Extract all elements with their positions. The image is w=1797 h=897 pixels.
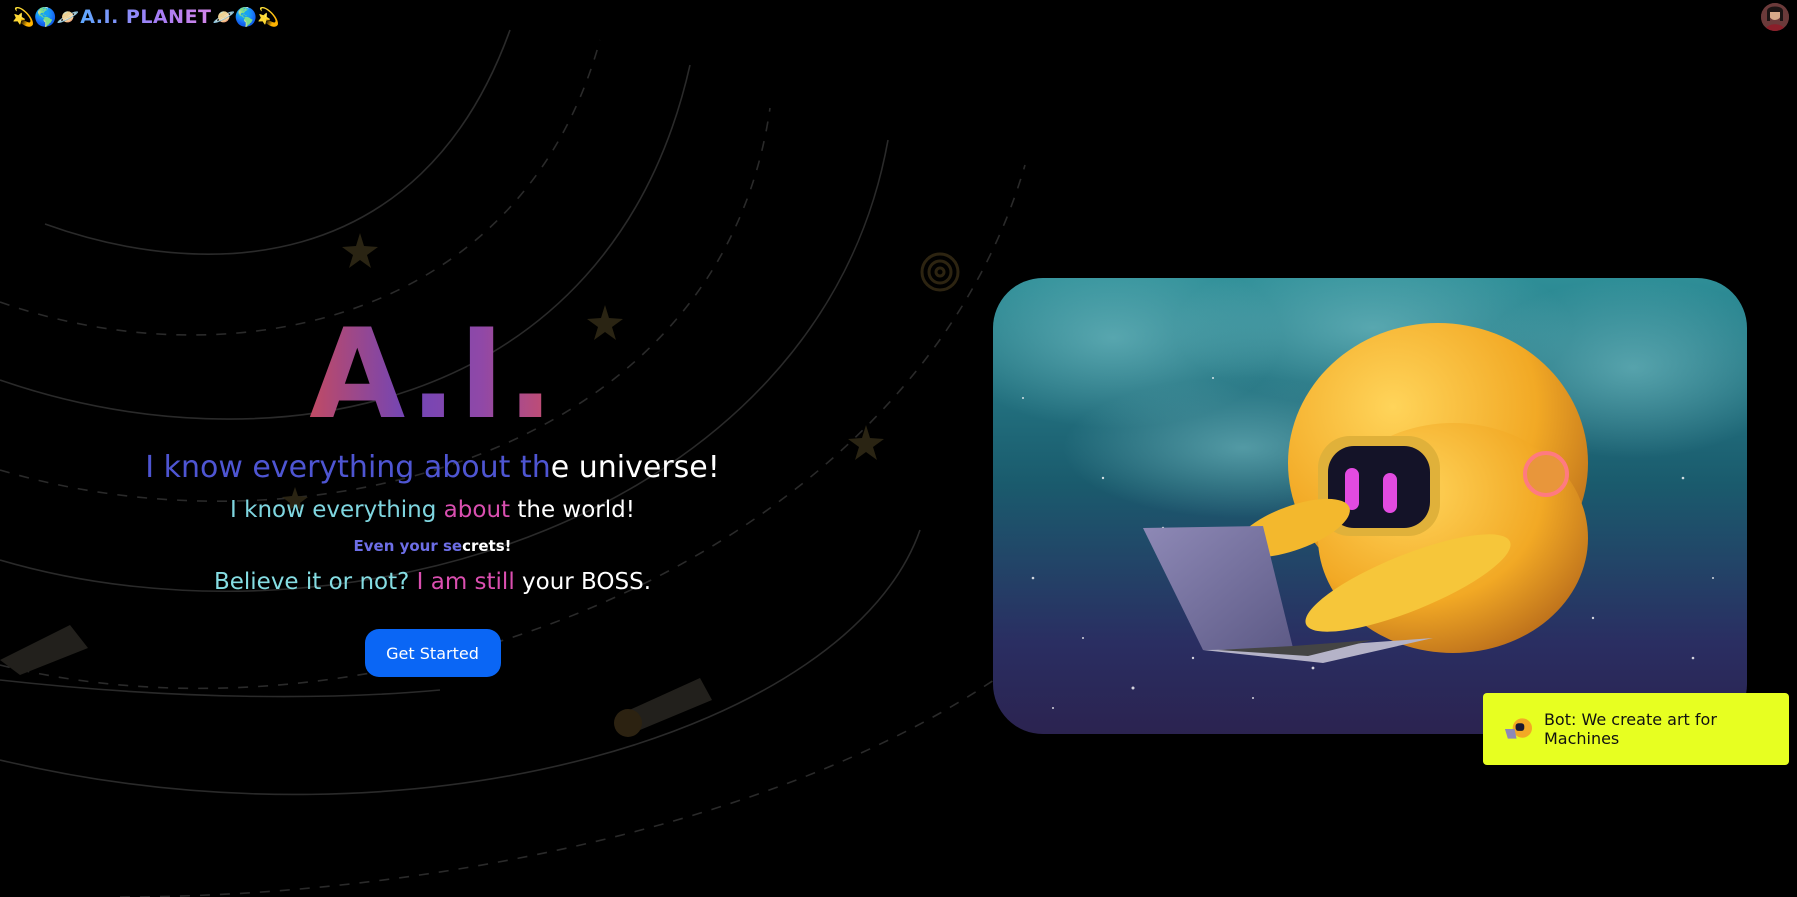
- page: 💫🌎🪐 A.I. PLANET 🪐🌎💫 A.I. I know everythi…: [0, 0, 1797, 897]
- robot-laptop-image: [993, 278, 1747, 734]
- brand-emoji-icon: 💫🌎🪐: [12, 6, 80, 28]
- brand-name: A.I. PLANET: [80, 6, 212, 28]
- hero-line-boss-part3: your BOSS.: [522, 569, 652, 595]
- hero-line-boss-part2: I am still: [416, 569, 515, 595]
- hero-line-boss: Believe it or not? I am still your BOSS.: [214, 569, 651, 595]
- hero-line-universe: I know everything about the universe!: [145, 450, 720, 485]
- site-logo[interactable]: 💫🌎🪐 A.I. PLANET 🪐🌎💫: [12, 4, 280, 30]
- hero-title: A.I.: [309, 303, 556, 447]
- hero-illustration: [993, 278, 1747, 734]
- get-started-button[interactable]: Get Started: [364, 629, 501, 677]
- hero-line-secrets-part2: crets!: [462, 537, 512, 555]
- avatar-icon: [1761, 3, 1789, 31]
- bot-toast[interactable]: Bot: We create art for Machines: [1483, 693, 1789, 765]
- star-icon: [342, 233, 378, 268]
- hero-line-universe-highlight: I know everything about th: [145, 450, 551, 485]
- robot-with-laptop-icon: [1504, 718, 1533, 739]
- brand-emoji-icon: 🪐🌎💫: [212, 6, 280, 28]
- hero-line-world-part1: I know everything: [230, 497, 437, 523]
- hero-line-world-part2: about: [443, 497, 511, 523]
- hero-line-secrets: Even your secrets!: [354, 537, 512, 555]
- user-avatar[interactable]: [1761, 3, 1789, 31]
- hero-line-world: I know everything about the world!: [230, 497, 635, 523]
- hero-line-secrets-part1: Even your se: [353, 537, 463, 555]
- hero-line-universe-rest: e universe!: [550, 450, 720, 485]
- hero-line-boss-part1: Believe it or not?: [213, 569, 410, 595]
- spiral-icon: [920, 252, 960, 292]
- hero-section: A.I. I know everything about the univers…: [0, 310, 865, 677]
- bot-message: Bot: We create art for Machines: [1543, 710, 1717, 748]
- hero-line-world-part3: the world!: [517, 497, 635, 523]
